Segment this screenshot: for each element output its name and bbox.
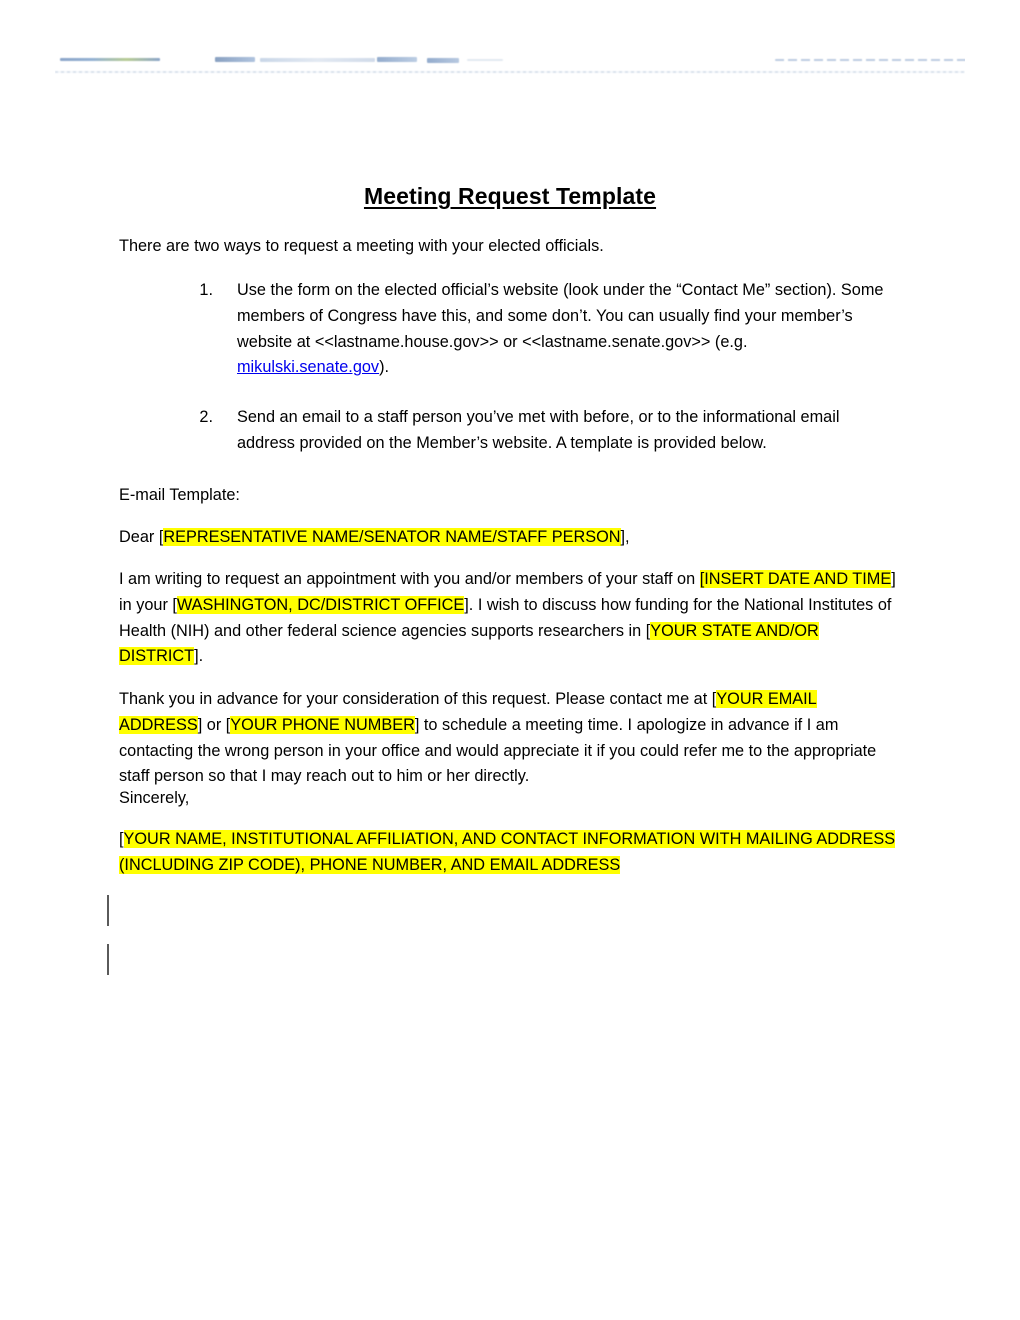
signature-prefix: [ [119,830,124,848]
body-paragraph-2: Thank you in advance for your considerat… [119,687,901,790]
salutation-suffix: ], [620,528,630,546]
signature-block: [YOUR NAME, INSTITUTIONAL AFFILIATION, A… [119,827,901,879]
change-bar-mark [107,895,109,926]
intro-paragraph: There are two ways to request a meeting … [119,237,604,255]
field-signature-details[interactable]: YOUR NAME, INSTITUTIONAL AFFILIATION, AN… [119,830,896,874]
header-streak [775,59,965,61]
field-office-location[interactable]: WASHINGTON, DC/DISTRICT OFFICE [176,595,465,614]
list-item-step-1: 1. Use the form on the elected official’s… [179,278,901,381]
field-phone-number[interactable]: YOUR PHONE NUMBER [230,715,415,734]
header-rule [55,71,965,73]
body1-segment-4: ]. [194,647,204,666]
header-streak [215,57,255,62]
document-page: Meeting Request Template There are two w… [0,0,1020,1320]
header-streak [377,57,417,62]
list-item-step-2: 2. Send an email to a staff person you’ve… [179,405,901,457]
list-item-text-before-link: Use the form on the elected official’s w… [237,281,884,351]
body2-segment-2: ] or [ [197,715,231,734]
page-header-image-artifact [55,42,965,76]
instructions-list: 1. Use the form on the elected official’s… [179,278,901,457]
list-item-number: 2. [199,408,213,427]
list-item-number: 1. [199,281,213,299]
field-recipient-name[interactable]: REPRESENTATIVE NAME/SENATOR NAME/STAFF P… [163,528,621,546]
body1-segment-1: I am writing to request an appointment w… [119,570,700,588]
body-paragraph-1: I am writing to request an appointment w… [119,567,901,670]
closing-line: Sincerely, [119,789,190,807]
header-streak [427,58,459,63]
list-item-text: Send an email to a staff person you’ve m… [237,408,840,452]
email-template-label: E-mail Template: [119,486,240,504]
list-item-text-after-link: ). [379,358,390,377]
salutation-prefix: Dear [ [119,528,164,546]
change-bar-mark [107,944,109,975]
page-title-text: Meeting Request Template [363,183,657,209]
header-streak [467,59,503,61]
senate-website-link[interactable]: mikulski.senate.gov [237,358,379,376]
header-streak [60,58,160,61]
header-streak [260,58,375,62]
page-title: Meeting Request Template [119,183,901,210]
field-date-and-time[interactable]: [INSERT DATE AND TIME [699,570,892,588]
salutation-line: Dear [REPRESENTATIVE NAME/SENATOR NAME/S… [119,525,901,551]
body2-segment-1: Thank you in advance for your considerat… [119,690,717,708]
